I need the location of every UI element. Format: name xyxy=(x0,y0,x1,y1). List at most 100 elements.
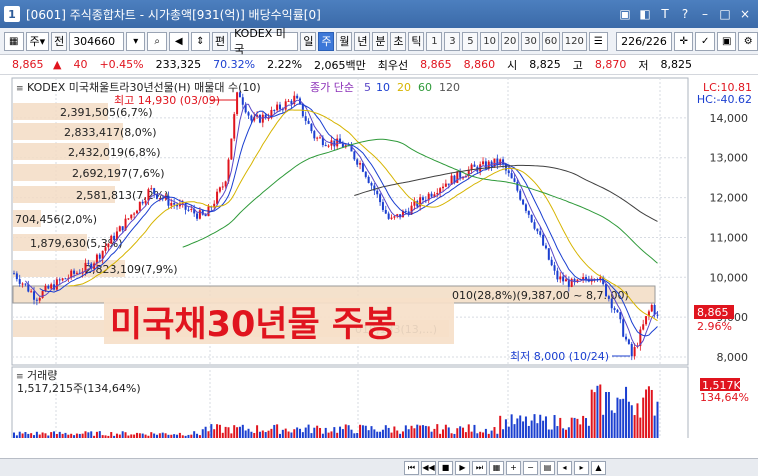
zoom-in-icon[interactable]: + xyxy=(506,460,521,475)
volume-bar xyxy=(261,430,264,438)
candle-body xyxy=(218,187,221,192)
period-second-button[interactable]: 초 xyxy=(390,31,407,51)
period-month-button[interactable]: 월 xyxy=(336,31,353,51)
volume-bar xyxy=(133,434,136,438)
volume-bar xyxy=(144,434,147,438)
stock-code-input[interactable]: 304660 xyxy=(69,31,124,51)
stock-name-field[interactable]: KODEX 미국 xyxy=(230,27,299,56)
interval-120-button[interactable]: 120 xyxy=(562,31,587,51)
volume-bar xyxy=(190,434,193,438)
window-split-icon[interactable]: ◧ xyxy=(638,7,652,21)
candle-body xyxy=(645,316,648,325)
candle-body xyxy=(516,181,519,191)
maximize-button[interactable]: □ xyxy=(718,7,732,21)
period-select[interactable]: 주 ▾ xyxy=(25,31,50,51)
period-year-button[interactable]: 년 xyxy=(354,31,371,51)
candle-body xyxy=(364,171,367,177)
candle-body xyxy=(153,188,156,194)
volume-panel-menu-icon: ≡ xyxy=(16,372,24,382)
rewind-icon[interactable]: ◀◀ xyxy=(421,460,436,475)
volume-bar xyxy=(233,425,236,438)
chart-mode-icon[interactable]: ▤ xyxy=(540,460,555,475)
play-icon[interactable]: ▶ xyxy=(455,460,470,475)
code-dropdown-icon[interactable]: ▾ xyxy=(125,31,146,51)
stop-icon[interactable]: ■ xyxy=(438,460,453,475)
window-layout-icon[interactable]: ▣ xyxy=(618,7,632,21)
period-minute-button[interactable]: 분 xyxy=(372,31,389,51)
high-price: 8,870 xyxy=(594,58,627,71)
period-day-button[interactable]: 일 xyxy=(300,31,317,51)
interval-10-button[interactable]: 10 xyxy=(480,31,499,51)
window-text-icon[interactable]: T xyxy=(658,7,672,21)
prev-button[interactable]: 전 xyxy=(51,31,68,51)
speaker-icon[interactable]: ◀ xyxy=(169,31,189,51)
volume-bar xyxy=(656,401,659,438)
save-icon[interactable]: ▣ xyxy=(716,31,737,51)
scroll-right-icon[interactable]: ▸ xyxy=(574,460,589,475)
candle-body xyxy=(296,95,299,99)
data-count-field[interactable]: 226/226 xyxy=(616,31,672,51)
interval-5-button[interactable]: 5 xyxy=(462,31,479,51)
check-tool-icon[interactable]: ✓ xyxy=(695,31,715,51)
volume-bar xyxy=(67,434,70,438)
volume-bar xyxy=(84,431,87,438)
candle-body xyxy=(278,104,281,110)
ma60-label: 60 xyxy=(418,81,432,94)
volume-bar xyxy=(496,433,499,438)
current-price-tag: 8,865 xyxy=(697,306,729,319)
interval-30-button[interactable]: 30 xyxy=(521,31,540,51)
scroll-left-icon[interactable]: ◂ xyxy=(557,460,572,475)
candle-body xyxy=(47,285,50,289)
volume-bar xyxy=(444,424,447,438)
window-controls: ▣ ◧ T ? – □ × xyxy=(618,7,758,21)
volume-bar xyxy=(387,427,390,438)
volume-bar xyxy=(562,428,565,438)
list-icon[interactable]: ☰ xyxy=(588,31,609,51)
scroll-arrows-icon[interactable]: ⇕ xyxy=(190,31,211,51)
candle-body xyxy=(527,210,530,215)
candle-body xyxy=(196,213,199,219)
volume-bar xyxy=(33,435,36,438)
last-page-icon[interactable]: ⏭ xyxy=(472,460,487,475)
volume-bar xyxy=(227,427,230,438)
expand-icon[interactable]: ▲ xyxy=(591,460,606,475)
crosshair-icon[interactable]: ✛ xyxy=(673,31,694,51)
volume-bar xyxy=(650,389,653,438)
candle-body xyxy=(35,299,38,301)
candle-body xyxy=(482,161,485,165)
chart-grid-icon[interactable]: ▦ xyxy=(489,460,504,475)
interval-60-button[interactable]: 60 xyxy=(541,31,561,51)
volume-bar xyxy=(347,425,350,438)
window-number-badge: 1 xyxy=(4,6,20,22)
volume-bar xyxy=(336,432,339,438)
zoom-out-icon[interactable]: − xyxy=(523,460,538,475)
volume-bar xyxy=(419,425,422,438)
candle-body xyxy=(353,151,356,160)
help-icon[interactable]: ? xyxy=(678,7,692,21)
interval-1-button[interactable]: 1 xyxy=(426,31,443,51)
minimize-button[interactable]: – xyxy=(698,7,712,21)
edit-button[interactable]: 편 xyxy=(212,31,229,51)
price-tick-label: 11,000 xyxy=(710,231,749,244)
volume-bar xyxy=(124,432,127,438)
calendar-icon[interactable]: ▦ xyxy=(4,31,24,51)
period-tick-button[interactable]: 틱 xyxy=(408,31,425,51)
volume-bar xyxy=(115,433,118,438)
close-button[interactable]: × xyxy=(738,7,752,21)
volume-bar xyxy=(401,431,404,438)
period-week-button[interactable]: 주 xyxy=(318,31,335,51)
volume-panel-title: 거래량 xyxy=(27,369,57,382)
price-chart[interactable]: 2,391,505(6,7%) 2,833,417(8,0%) 2,432,019(… xyxy=(0,76,758,438)
first-page-icon[interactable]: ⏮ xyxy=(404,460,419,475)
interval-3-button[interactable]: 3 xyxy=(444,31,461,51)
settings-icon[interactable]: ⚙ xyxy=(738,31,758,51)
volume-bar xyxy=(130,434,133,438)
candle-body xyxy=(273,109,276,111)
interval-20-button[interactable]: 20 xyxy=(500,31,520,51)
candle-body xyxy=(539,231,542,235)
volume-bar xyxy=(301,432,304,438)
candle-body xyxy=(304,116,307,121)
candle-body xyxy=(13,273,15,275)
search-icon[interactable]: ⌕ xyxy=(147,31,167,51)
candle-body xyxy=(113,235,116,241)
